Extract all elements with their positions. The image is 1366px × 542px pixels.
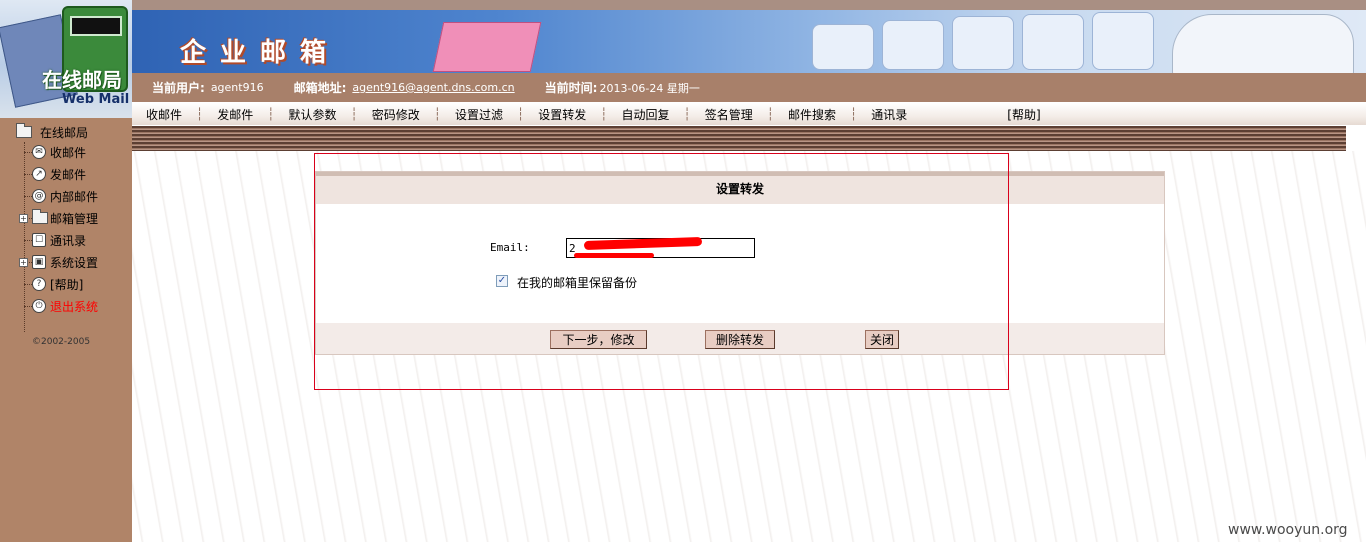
menu-separator: ┆ bbox=[196, 107, 204, 121]
decorative-stripe bbox=[132, 126, 1346, 151]
menu-separator: ┆ bbox=[350, 107, 358, 121]
menu-separator: ┆ bbox=[600, 107, 608, 121]
tree-root-label: 在线邮局 bbox=[40, 125, 89, 140]
keyboard-key-graphic bbox=[1092, 12, 1154, 70]
menu-item-signatures[interactable]: 签名管理 bbox=[691, 106, 767, 123]
sidebar-item-internal-mail[interactable]: @ 内部邮件 bbox=[24, 185, 98, 207]
menu-item-contacts[interactable]: 通讯录 bbox=[857, 106, 921, 123]
sidebar-item-label: 内部邮件 bbox=[50, 189, 99, 204]
sidebar-item-label: 发邮件 bbox=[50, 167, 87, 182]
compose-icon: ↗ bbox=[32, 167, 46, 181]
sidebar-item-system-settings[interactable]: + ▣ 系统设置 bbox=[19, 251, 99, 273]
sidebar-item-label: 系统设置 bbox=[50, 255, 99, 270]
sidebar-item-inbox[interactable]: ✉ 收邮件 bbox=[24, 141, 86, 163]
email-address-label: 邮箱地址: bbox=[293, 81, 347, 95]
menu-separator: ┆ bbox=[433, 107, 441, 121]
watermark: www.wooyun.org bbox=[1228, 522, 1348, 538]
folder-icon bbox=[32, 209, 48, 224]
main-menu-bar: 收邮件 ┆ 发邮件 ┆ 默认参数 ┆ 密码修改 ┆ 设置过滤 ┆ 设置转发 ┆ 自动回复 ┆ … bbox=[132, 103, 1366, 125]
tree-root[interactable]: 在线邮局 bbox=[16, 122, 88, 142]
internal-mail-icon: @ bbox=[32, 189, 46, 203]
current-time-value: 2013-06-24 星期一 bbox=[599, 81, 700, 95]
expand-plus-icon[interactable]: + bbox=[19, 258, 28, 267]
sidebar-item-label: 通讯录 bbox=[50, 233, 87, 248]
user-info-bar: 当前用户: agent916 邮箱地址: agent916@agent.dns.… bbox=[132, 73, 1366, 102]
current-user-label: 当前用户: bbox=[152, 81, 205, 95]
inbox-icon: ✉ bbox=[32, 145, 46, 159]
menu-item-inbox[interactable]: 收邮件 bbox=[132, 106, 196, 123]
sidebar-item-label: 收邮件 bbox=[50, 145, 87, 160]
menu-item-auto-reply[interactable]: 自动回复 bbox=[608, 106, 684, 123]
menu-item-help[interactable]: [帮助] bbox=[993, 106, 1054, 123]
email-address-link[interactable]: agent916@agent.dns.com.cn bbox=[352, 81, 514, 94]
sidebar-item-logout[interactable]: ⏻ 退出系统 bbox=[24, 295, 98, 317]
menu-item-compose[interactable]: 发邮件 bbox=[203, 106, 267, 123]
sidebar-item-contacts[interactable]: ☐ 通讯录 bbox=[24, 229, 86, 251]
webmail-logo: 在线邮局 Web Mail bbox=[0, 0, 132, 118]
menu-item-default-params[interactable]: 默认参数 bbox=[275, 106, 351, 123]
address-book-icon: ☐ bbox=[32, 233, 46, 247]
sidebar-item-compose[interactable]: ↗ 发邮件 bbox=[24, 163, 86, 185]
open-folder-icon bbox=[16, 123, 32, 138]
menu-separator: ┆ bbox=[850, 107, 858, 121]
menu-separator: ┆ bbox=[517, 107, 525, 121]
sidebar-item-help[interactable]: ? [帮助] bbox=[24, 273, 83, 295]
menu-item-mail-search[interactable]: 邮件搜索 bbox=[774, 106, 850, 123]
sidebar-item-mailbox-manage[interactable]: + 邮箱管理 bbox=[19, 207, 99, 229]
current-time-label: 当前时间: bbox=[544, 81, 598, 95]
keyboard-key-graphic bbox=[1022, 14, 1084, 70]
keyboard-key-graphic bbox=[882, 20, 944, 70]
menu-separator: ┆ bbox=[766, 107, 774, 121]
help-icon: ? bbox=[32, 277, 46, 291]
logo-text-en: Web Mail bbox=[62, 92, 130, 107]
menu-separator: ┆ bbox=[267, 107, 275, 121]
envelope-icon bbox=[432, 22, 542, 72]
expand-plus-icon[interactable]: + bbox=[19, 214, 28, 223]
mouse-graphic bbox=[1172, 14, 1354, 73]
keyboard-key-graphic bbox=[812, 24, 874, 70]
menu-item-forwarding[interactable]: 设置转发 bbox=[524, 106, 600, 123]
logo-text-cn: 在线邮局 bbox=[42, 68, 122, 92]
menu-item-change-password[interactable]: 密码修改 bbox=[358, 106, 434, 123]
menu-item-filters[interactable]: 设置过滤 bbox=[441, 106, 517, 123]
annotation-highlight-box bbox=[314, 153, 1009, 390]
sidebar-item-label: 退出系统 bbox=[50, 299, 99, 314]
sidebar-item-label: 邮箱管理 bbox=[50, 211, 99, 226]
keyboard-key-graphic bbox=[952, 16, 1014, 70]
logout-icon: ⏻ bbox=[32, 299, 46, 313]
copyright-text: ©2002-2005 bbox=[32, 337, 91, 347]
current-user-value: agent916 bbox=[210, 81, 264, 94]
banner-top-strip bbox=[132, 0, 1366, 10]
banner-title: 企业邮箱 bbox=[180, 38, 341, 68]
settings-icon: ▣ bbox=[32, 255, 46, 269]
menu-separator: ┆ bbox=[683, 107, 691, 121]
sidebar-item-label: [帮助] bbox=[50, 277, 84, 292]
